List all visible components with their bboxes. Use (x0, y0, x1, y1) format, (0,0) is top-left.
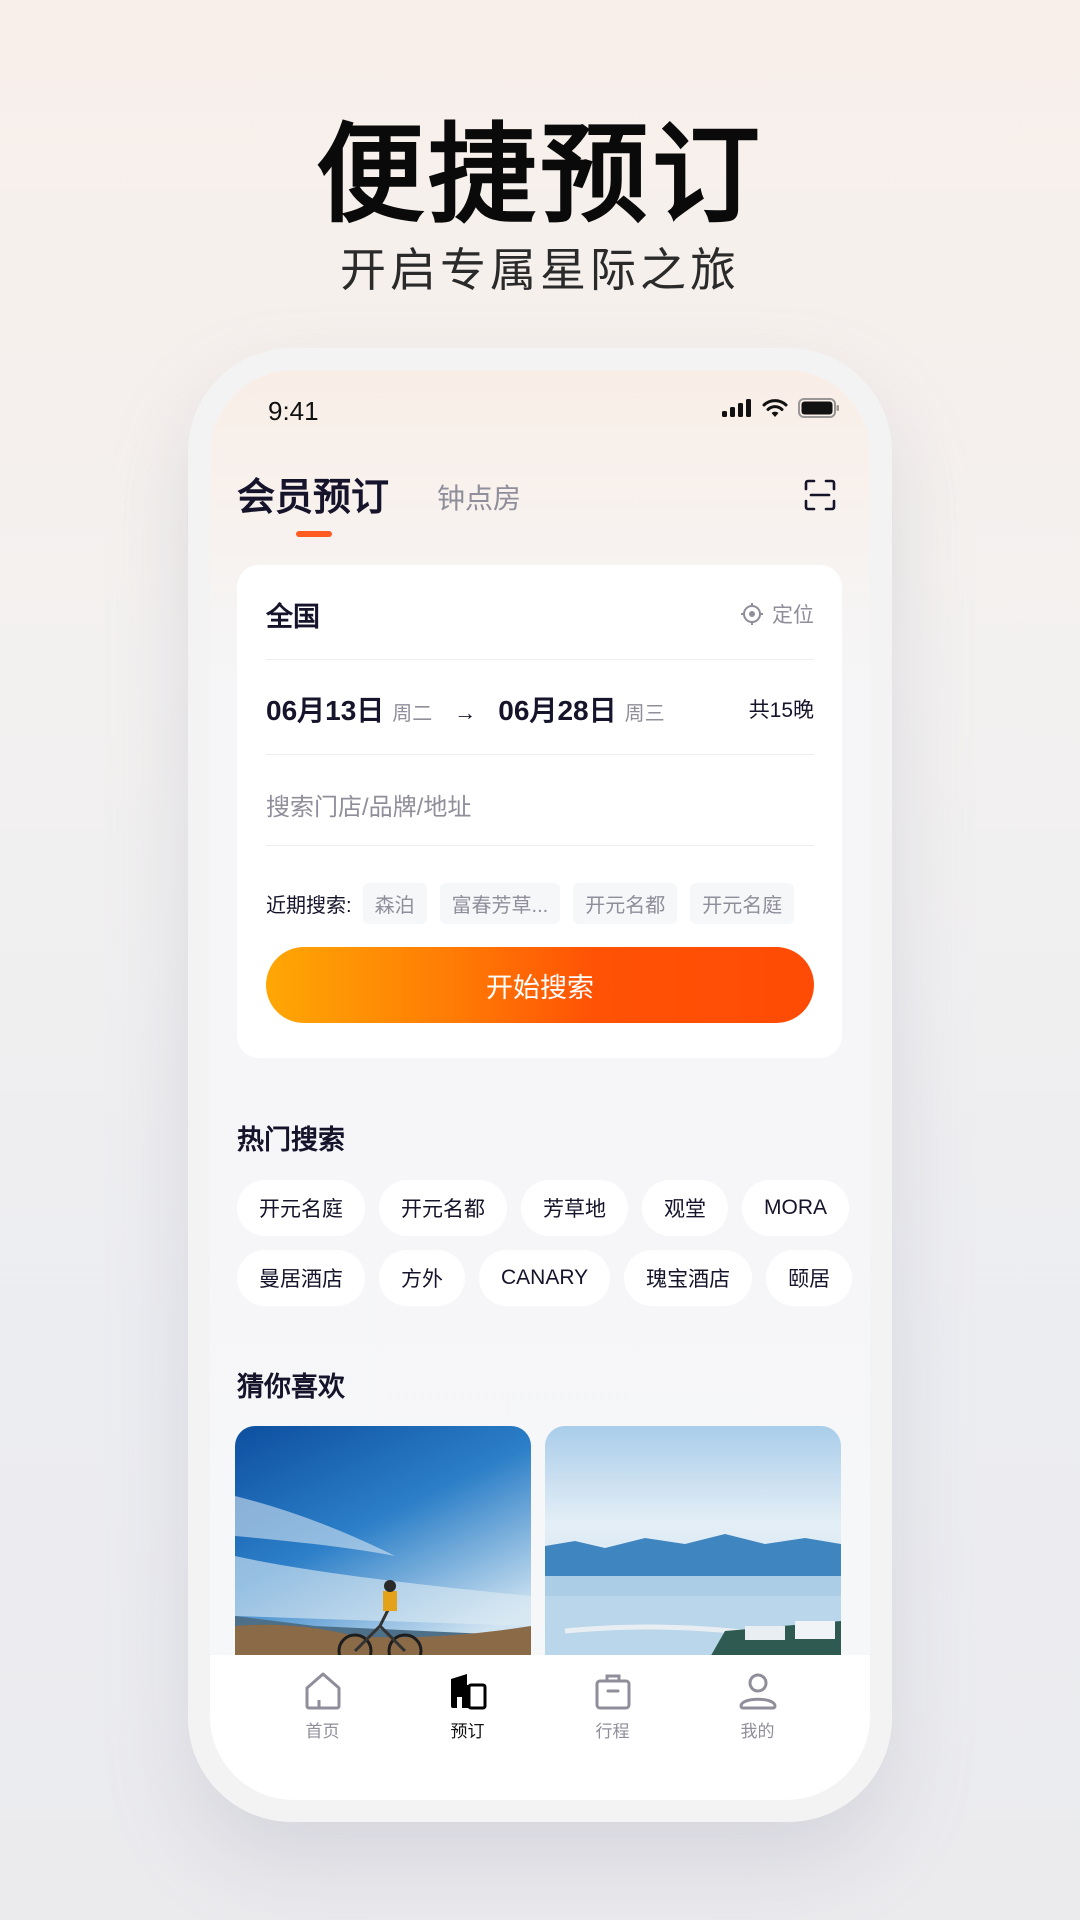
date-range-selector[interactable]: 06月13日 周二 → 06月28日 周三 (266, 689, 679, 729)
recent-chip[interactable]: 森泊 (362, 883, 427, 924)
tab-hourly-room[interactable]: 钟点房 (437, 477, 521, 517)
hot-search-chip[interactable]: 芳草地 (521, 1180, 628, 1236)
promo-subheadline: 开启专属星际之旅 (340, 243, 740, 297)
hot-search-chip[interactable]: 开元名庭 (237, 1180, 365, 1236)
status-time: 9:41 (268, 396, 319, 426)
city-selector[interactable]: 全国 (266, 595, 320, 634)
search-input[interactable]: 搜索门店/品牌/地址 (266, 787, 471, 822)
cyclist-on-hill-image[interactable] (235, 1426, 531, 1666)
arrow-icon: → (454, 700, 477, 725)
recent-searches: 近期搜索: 森泊 富春芳草... 开元名都 开元名庭 (266, 883, 795, 924)
tab-label: 行程 (595, 1722, 630, 1741)
tab-home[interactable]: 首页 (273, 1655, 373, 1800)
locate-icon (741, 603, 763, 625)
booking-card: 全国 定位 06月13日 周二 → 06月28日 周三 共15晚 搜索门店/品牌… (237, 565, 842, 1058)
signal-icon (722, 399, 751, 417)
tab-booking[interactable]: 预订 (418, 1655, 518, 1800)
tab-label: 预订 (450, 1722, 485, 1741)
checkin-weekday: 周二 (392, 703, 433, 725)
checkout-weekday: 周三 (624, 703, 665, 725)
hot-search-chip[interactable]: 观堂 (642, 1180, 728, 1236)
start-search-button[interactable]: 开始搜索 (266, 947, 814, 1023)
checkout-date: 06月28日 (498, 695, 617, 726)
promo-headline: 便捷预订 (315, 113, 764, 238)
scan-icon[interactable] (803, 478, 837, 512)
tab-label: 我的 (740, 1722, 775, 1741)
hot-search-row: 开元名庭 开元名都 芳草地 观堂 MORA (237, 1180, 849, 1236)
recent-chip[interactable]: 开元名庭 (690, 883, 795, 924)
hot-search-chip[interactable]: 开元名都 (379, 1180, 507, 1236)
locate-label: 定位 (772, 604, 814, 627)
divider (266, 845, 814, 846)
hot-search-chip[interactable]: 曼居酒店 (237, 1250, 365, 1306)
divider (266, 754, 814, 755)
active-tab-indicator (296, 531, 332, 537)
phone-screen: 9:41 会员预订 钟点房 全国 定位 06月13日 周二 → 06月28日 周… (210, 370, 870, 1800)
home-icon (305, 1672, 340, 1710)
hot-search-row: 曼居酒店 方外 CANARY 瑰宝酒店 颐居 (237, 1250, 853, 1306)
booking-icon (450, 1674, 486, 1710)
recent-chip[interactable]: 开元名都 (573, 883, 678, 924)
profile-icon (738, 1673, 777, 1710)
tab-member-booking[interactable]: 会员预订 (237, 466, 389, 521)
lake-resort-image[interactable] (545, 1426, 841, 1666)
recommend-title: 猜你喜欢 (237, 1372, 345, 1402)
hot-search-chip[interactable]: MORA (742, 1180, 849, 1236)
hot-search-chip[interactable]: CANARY (479, 1250, 611, 1306)
nights-count: 共15晚 (748, 699, 814, 722)
status-icons (722, 398, 840, 418)
locate-button[interactable]: 定位 (740, 599, 814, 629)
tab-profile[interactable]: 我的 (708, 1655, 808, 1800)
bottom-tab-bar: 首页 预订 行程 我的 (210, 1655, 870, 1800)
luggage-icon (595, 1674, 630, 1710)
tab-itinerary[interactable]: 行程 (563, 1655, 663, 1800)
hot-search-chip[interactable]: 方外 (379, 1250, 465, 1306)
checkin-date: 06月13日 (266, 695, 385, 726)
wifi-icon (762, 399, 788, 417)
recent-label: 近期搜索: (266, 895, 352, 917)
hot-search-title: 热门搜索 (237, 1125, 345, 1155)
tab-label: 首页 (305, 1722, 340, 1741)
hot-search-chip[interactable]: 瑰宝酒店 (624, 1250, 753, 1306)
recent-chip[interactable]: 富春芳草... (439, 883, 561, 924)
battery-icon (798, 398, 839, 418)
divider (266, 659, 814, 660)
hot-search-chip[interactable]: 颐居 (766, 1250, 853, 1306)
